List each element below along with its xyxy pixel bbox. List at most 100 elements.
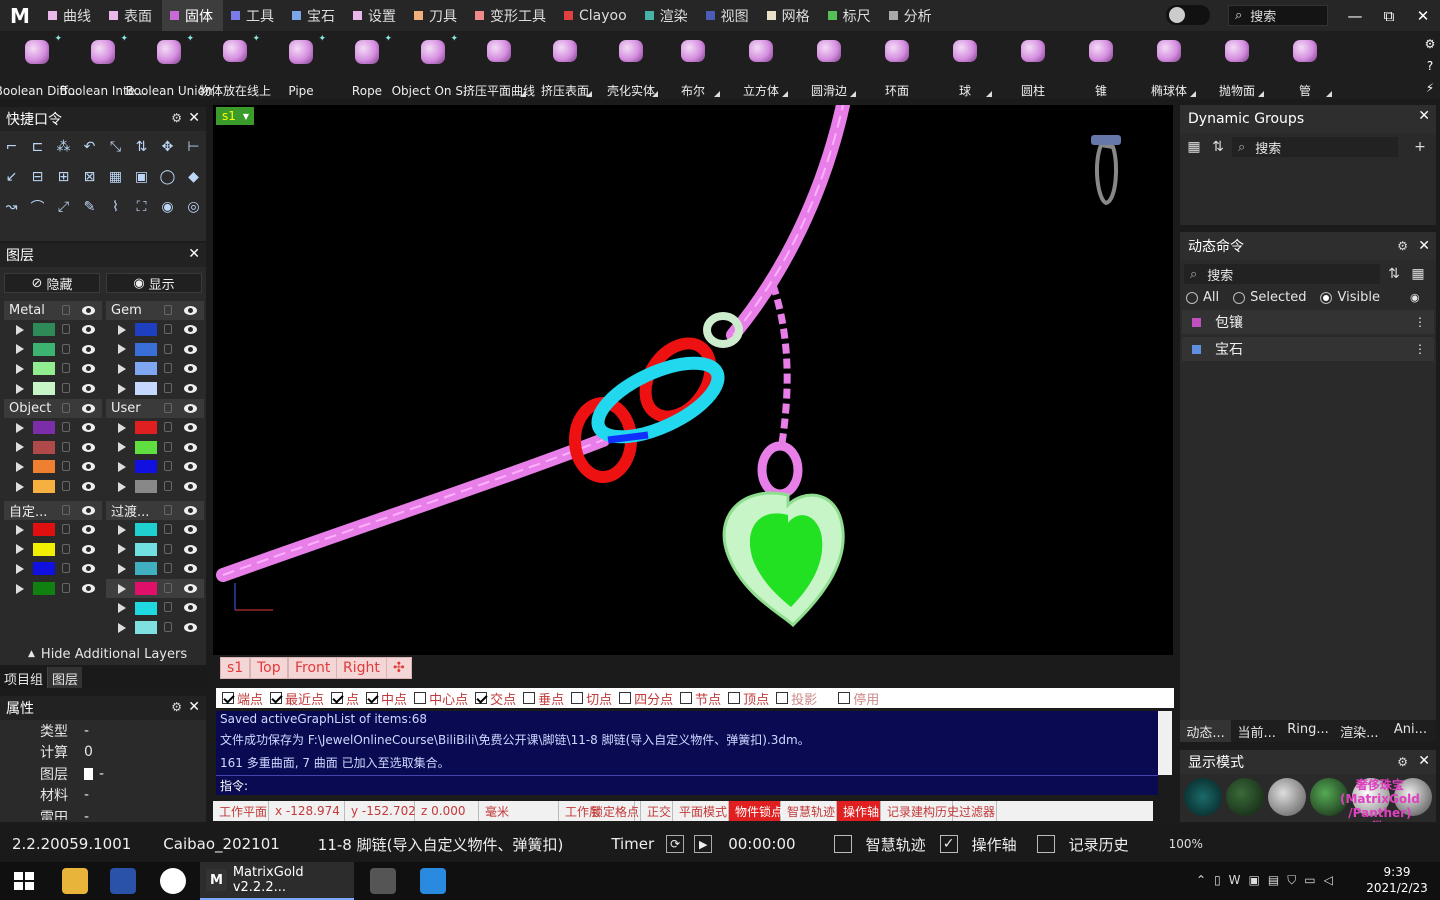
expand-icon[interactable] bbox=[118, 461, 126, 472]
view-tab-1[interactable]: Top bbox=[250, 657, 288, 679]
show-layers-button[interactable]: ◉ 显示 bbox=[106, 273, 202, 293]
layer-color-swatch[interactable] bbox=[135, 542, 157, 556]
snap-checkbox[interactable] bbox=[366, 692, 379, 704]
layer-group-header[interactable]: 自定... bbox=[4, 501, 102, 520]
user-toggle[interactable] bbox=[1166, 5, 1210, 25]
tool-9[interactable]: 壳化实体 bbox=[598, 31, 664, 99]
lock-icon[interactable] bbox=[164, 422, 172, 432]
lock-icon[interactable] bbox=[164, 621, 172, 632]
more-icon[interactable]: ⋮ bbox=[1414, 315, 1426, 329]
status-cell[interactable]: 正交 bbox=[641, 801, 673, 821]
snap-option[interactable]: 节点 bbox=[680, 689, 721, 708]
snap-option[interactable]: 中点 bbox=[366, 689, 407, 708]
snap-checkbox[interactable] bbox=[619, 692, 632, 704]
tool-18[interactable]: 抛物面 bbox=[1204, 31, 1270, 99]
eye-icon[interactable] bbox=[184, 325, 197, 334]
tool-14[interactable]: 球 bbox=[932, 31, 998, 99]
quick-command-icon[interactable]: ↝ bbox=[1, 194, 22, 219]
shield-icon[interactable]: ⛉ bbox=[1287, 873, 1296, 888]
eye-icon[interactable] bbox=[82, 525, 95, 534]
lock-icon[interactable] bbox=[164, 543, 172, 554]
menu-tab-4[interactable]: 宝石 bbox=[284, 0, 345, 31]
quick-command-icon[interactable]: ⛶ bbox=[131, 194, 152, 219]
quick-command-icon[interactable]: ⊢ bbox=[183, 134, 204, 159]
quick-command-icon[interactable]: ▣ bbox=[131, 164, 152, 189]
clock[interactable]: 9:39 2021/2/23 bbox=[1362, 864, 1432, 896]
view-tab-2[interactable]: Front bbox=[288, 657, 338, 679]
lock-icon[interactable] bbox=[62, 382, 70, 393]
dynamic-command-item[interactable]: 宝石 ⋮ bbox=[1182, 337, 1434, 361]
tool-19[interactable]: 管 bbox=[1272, 31, 1338, 99]
tool-7[interactable]: 挤压平面曲线 bbox=[463, 31, 535, 99]
layer-color-swatch[interactable] bbox=[135, 323, 157, 337]
add-icon[interactable]: + bbox=[1410, 137, 1430, 157]
expand-icon[interactable] bbox=[118, 383, 126, 394]
display-mode-metal[interactable] bbox=[1268, 778, 1306, 816]
layer-color-swatch[interactable] bbox=[135, 460, 157, 474]
expand-icon[interactable] bbox=[118, 363, 126, 374]
lock-icon[interactable] bbox=[62, 582, 70, 593]
status-cell[interactable]: y -152.702 bbox=[345, 801, 416, 821]
layer-row[interactable] bbox=[4, 579, 102, 599]
radio-icon[interactable] bbox=[1186, 291, 1198, 304]
menu-tab-11[interactable]: 网格 bbox=[759, 0, 820, 31]
lock-icon[interactable] bbox=[62, 461, 70, 472]
eye-icon[interactable] bbox=[184, 603, 197, 613]
lock-icon[interactable] bbox=[62, 305, 70, 315]
visibility-eye-icon[interactable]: ◉ bbox=[1410, 291, 1420, 304]
layer-color-swatch[interactable] bbox=[33, 480, 55, 494]
expand-icon[interactable] bbox=[118, 481, 126, 492]
eye-icon[interactable] bbox=[82, 325, 95, 334]
expand-icon[interactable] bbox=[118, 324, 126, 335]
expand-icon[interactable] bbox=[16, 563, 24, 574]
expand-icon[interactable] bbox=[16, 324, 24, 335]
quick-command-icon[interactable]: ⇅ bbox=[131, 134, 152, 159]
eye-icon[interactable] bbox=[82, 462, 95, 472]
lock-icon[interactable] bbox=[62, 524, 70, 534]
expand-icon[interactable] bbox=[16, 344, 24, 355]
lock-icon[interactable] bbox=[164, 363, 172, 374]
menu-tab-8[interactable]: Clayoo bbox=[556, 0, 637, 31]
eye-icon[interactable] bbox=[184, 423, 197, 432]
tool-2[interactable]: ✦ Boolean Union bbox=[125, 31, 212, 99]
eye-icon[interactable] bbox=[184, 462, 197, 472]
eye-icon[interactable] bbox=[82, 423, 95, 432]
tool-3[interactable]: ✦ 物体放在线上 bbox=[199, 31, 271, 99]
close-icon[interactable]: ✕ bbox=[188, 110, 200, 126]
snap-option[interactable]: 停用 bbox=[838, 689, 879, 708]
eye-icon[interactable] bbox=[184, 383, 197, 393]
snap-option[interactable]: 最近点 bbox=[270, 689, 324, 708]
layer-row[interactable] bbox=[4, 477, 102, 497]
layer-color-swatch[interactable] bbox=[135, 440, 157, 454]
expand-icon[interactable] bbox=[118, 442, 126, 453]
quick-command-icon[interactable]: ⌒ bbox=[27, 194, 48, 219]
tool-15[interactable]: 圆柱 bbox=[1000, 31, 1066, 99]
tab-project-groups[interactable]: 项目组 bbox=[0, 667, 49, 688]
lock-icon[interactable] bbox=[164, 441, 172, 452]
tool-5[interactable]: ✦ Rope bbox=[334, 31, 400, 99]
layer-group-header[interactable]: 过渡... bbox=[106, 501, 204, 520]
right-tab-0[interactable]: 动态... bbox=[1180, 720, 1232, 742]
status-cell[interactable]: 记录建构历史 bbox=[881, 801, 959, 821]
quick-command-icon[interactable]: ⊠ bbox=[79, 164, 100, 189]
dynamic-groups-search[interactable]: ⌕ 搜索 bbox=[1232, 137, 1398, 157]
menu-tab-10[interactable]: 视图 bbox=[698, 0, 759, 31]
lock-icon[interactable] bbox=[62, 324, 70, 334]
layer-row[interactable] bbox=[4, 559, 102, 579]
snap-checkbox[interactable] bbox=[331, 692, 344, 704]
quick-command-icon[interactable]: ▦ bbox=[105, 164, 126, 189]
layer-color-swatch[interactable] bbox=[33, 460, 55, 474]
snap-checkbox[interactable] bbox=[270, 692, 283, 704]
menu-tab-9[interactable]: 渲染 bbox=[637, 0, 698, 31]
status-cell[interactable]: 智慧轨迹 bbox=[781, 801, 837, 821]
eye-icon[interactable] bbox=[82, 404, 95, 413]
quick-command-icon[interactable]: ⁂ bbox=[53, 134, 74, 159]
maximize-button[interactable]: ⧉ bbox=[1372, 0, 1406, 31]
quick-command-icon[interactable]: ⊟ bbox=[27, 164, 48, 189]
expand-icon[interactable] bbox=[16, 363, 24, 374]
view-tab-0[interactable]: s1 bbox=[220, 657, 251, 679]
menu-tab-3[interactable]: 工具 bbox=[223, 0, 284, 31]
right-tab-4[interactable]: Ani... bbox=[1385, 720, 1436, 742]
layer-row[interactable] bbox=[4, 457, 102, 477]
lock-icon[interactable] bbox=[164, 324, 172, 334]
